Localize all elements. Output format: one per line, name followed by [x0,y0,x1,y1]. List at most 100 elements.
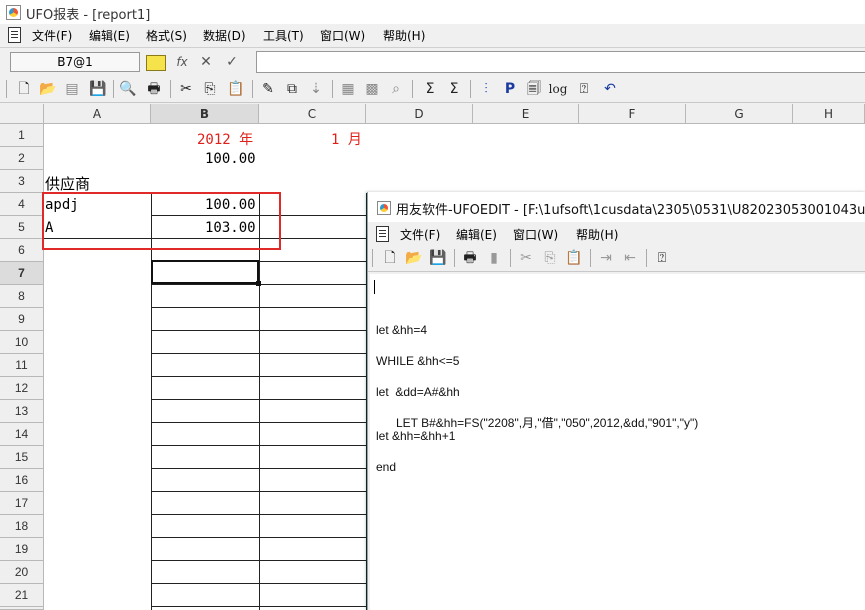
grid-line [151,193,152,610]
print-icon[interactable]: 🖶 [144,79,164,99]
sum-icon[interactable]: Σ [420,79,440,99]
row-header[interactable]: 10 [0,331,44,354]
outdent-icon[interactable]: ⇤ [620,248,640,268]
copy-icon[interactable]: ⎘ [200,79,220,99]
column-header-b[interactable]: B [151,104,259,124]
row-header[interactable]: 5 [0,216,44,239]
editor-menu-window[interactable]: 窗口(W) [513,226,558,243]
doc-icon[interactable]: 🗐 [524,79,544,99]
help-icon[interactable]: ⍰ [574,79,594,99]
confirm-icon[interactable]: ✓ [222,53,242,71]
print-icon[interactable]: 🖶 [460,248,480,268]
insert-icon[interactable]: ⧉ [282,79,302,99]
editor-menu-edit[interactable]: 编辑(E) [456,226,497,243]
code-editor[interactable]: let &hh=4 WHILE &hh<=5 let &dd=A#&hh LET… [370,274,865,610]
grid-line [151,353,366,354]
menu-tools[interactable]: 工具(T) [263,27,304,44]
cell-b2[interactable]: 100.00 [205,151,256,167]
menu-format[interactable]: 格式(S) [146,27,187,44]
column-header-g[interactable]: G [686,104,793,124]
menu-window[interactable]: 窗口(W) [320,27,365,44]
column-header-e[interactable]: E [473,104,579,124]
format-painter-icon[interactable]: ✎ [258,79,278,99]
help-icon[interactable]: ⍰ [652,248,672,268]
grid-icon[interactable]: ▩ [362,79,382,99]
row-header[interactable]: 2 [0,147,44,170]
p-icon[interactable]: P [500,79,520,99]
cancel-icon[interactable]: ✕ [196,53,216,71]
cell-b1[interactable]: 2012 年 [197,129,253,149]
column-header-a[interactable]: A [44,104,151,124]
grid-line [151,468,366,469]
row-header[interactable]: 21 [0,584,44,607]
cut-icon[interactable]: ✂ [176,79,196,99]
calculator-icon[interactable] [146,55,166,71]
row-header[interactable]: 13 [0,400,44,423]
row-header[interactable]: 4 [0,193,44,216]
row-header[interactable]: 6 [0,239,44,262]
cell-c1[interactable]: 1 月 [331,129,362,149]
highlight-box [42,192,281,250]
editor-menu-file[interactable]: 文件(F) [400,226,440,243]
fx-icon[interactable]: fx [172,53,192,71]
column-header-h[interactable]: H [793,104,865,124]
select-all-corner[interactable] [0,104,44,124]
save-icon[interactable]: 💾 [88,79,108,99]
editor-document-icon[interactable] [376,226,389,242]
document-icon[interactable] [8,27,21,43]
log-icon[interactable]: log [548,79,568,99]
new-icon[interactable]: 🗋 [14,79,34,99]
editor-menu-help[interactable]: 帮助(H) [576,226,618,243]
chart-icon[interactable]: ⫶ [476,79,496,99]
row-header[interactable]: 15 [0,446,44,469]
row-header[interactable]: 18 [0,515,44,538]
paste-icon[interactable]: 📋 [226,79,246,99]
code-line: let &hh=4 [376,323,428,337]
table-icon[interactable]: ▦ [338,79,358,99]
open-icon[interactable]: 📂 [404,248,424,268]
document-outline-icon[interactable]: ▤ [62,79,82,99]
row-header[interactable]: 9 [0,308,44,331]
grid-line [151,491,366,492]
menu-file[interactable]: 文件(F) [32,27,72,44]
row-header[interactable]: 11 [0,354,44,377]
book-icon[interactable]: ▮ [484,248,504,268]
row-header[interactable]: 14 [0,423,44,446]
indent-icon[interactable]: ⇥ [596,248,616,268]
new-icon[interactable]: 🗋 [380,248,400,268]
copy-icon[interactable]: ⎘ [540,248,560,268]
print-preview-icon[interactable]: 🔍 [118,79,138,99]
menu-help[interactable]: 帮助(H) [383,27,425,44]
column-header-d[interactable]: D [366,104,473,124]
cell-a3[interactable]: 供应商 [45,173,90,194]
menu-data[interactable]: 数据(D) [203,27,246,44]
row-header[interactable]: 12 [0,377,44,400]
menu-edit[interactable]: 编辑(E) [89,27,130,44]
find-icon[interactable]: ⌕ [386,79,406,99]
formula-input[interactable] [256,51,865,73]
save-icon[interactable]: 💾 [428,248,448,268]
cell-reference-box[interactable]: B7@1 [10,52,140,72]
row-header[interactable]: 3 [0,170,44,193]
editor-toolbar: 🗋 📂 💾 🖶 ▮ ✂ ⎘ 📋 ⇥ ⇤ ⍰ [368,245,865,272]
toolbar-separator [372,249,373,267]
sum-all-icon[interactable]: Σ [444,79,464,99]
row-header-active[interactable]: 7 [0,262,44,285]
selected-cell-b7[interactable] [151,260,261,286]
row-header[interactable]: 17 [0,492,44,515]
row-header[interactable]: 1 [0,124,44,147]
row-header[interactable]: 19 [0,538,44,561]
sort-icon[interactable]: ⇣ [306,79,326,99]
column-header-c[interactable]: C [259,104,366,124]
title-bar: UFO报表 - [report1] [0,0,865,24]
row-header[interactable]: 8 [0,285,44,308]
paste-icon[interactable]: 📋 [564,248,584,268]
column-header-f[interactable]: F [579,104,686,124]
cut-icon[interactable]: ✂ [516,248,536,268]
open-icon[interactable]: 📂 [38,79,58,99]
row-header[interactable]: 20 [0,561,44,584]
grid-line [151,514,366,515]
undo-icon[interactable]: ↶ [600,79,620,99]
editor-title-bar: 用友软件-UFOEDIT - [F:\1ufsoft\1cusdata\2305… [368,192,865,222]
row-header[interactable]: 16 [0,469,44,492]
